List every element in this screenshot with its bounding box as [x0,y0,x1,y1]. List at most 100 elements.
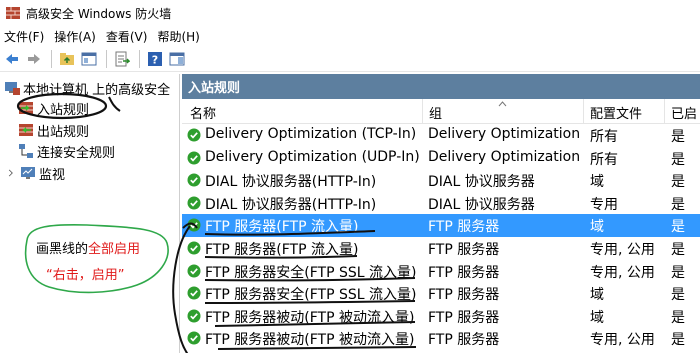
enabled-check-icon [187,241,201,255]
rule-group: FTP 服务器 [428,332,500,349]
column-divider[interactable] [583,99,584,124]
rules-panel: 入站规则 名称 组 配置文件 已启 Delivery Optimization … [182,74,700,353]
column-header-profile[interactable]: 配置文件 [590,103,642,122]
navigation-tree: 本地计算机 上的高级安全 入站规则 出站规则 连接安全规则 监视 [0,74,180,353]
svg-text:?: ? [152,53,158,66]
rule-enabled: 是 [671,332,685,349]
rule-row[interactable]: FTP 服务器(FTP 流入量) FTP 服务器 专用, 公用是 [182,237,700,260]
rule-group: FTP 服务器 [428,309,500,326]
column-divider[interactable] [664,99,665,124]
rule-name: FTP 服务器被动(FTP 被动流入量) [205,309,415,326]
rule-enabled: 是 [671,309,685,326]
rule-enabled: 是 [671,264,685,281]
tree-item-inbound-rules[interactable]: 入站规则 [18,98,89,118]
rule-enabled: 是 [671,129,685,145]
show-pane-button[interactable] [167,49,187,69]
enabled-check-icon [187,128,201,142]
enabled-check-icon [187,196,201,210]
help-button[interactable]: ? [145,49,165,69]
folder-up-icon [60,52,74,65]
rule-name: FTP 服务器安全(FTP SSL 流入量) [205,287,417,304]
enabled-check-icon [187,331,201,345]
tree-item-connection-security-rules[interactable]: 连接安全规则 [18,141,115,161]
enabled-check-icon [187,173,201,187]
panel-header: 入站规则 [182,74,700,99]
rule-row[interactable]: FTP 服务器被动(FTP 被动流入量) FTP 服务器 域 是 [182,305,700,328]
rules-list: Delivery Optimization (TCP-In) Delivery O… [182,124,700,350]
menu-view[interactable]: 查看(V) [102,28,152,45]
menu-help[interactable]: 帮助(H) [153,28,203,45]
back-arrow-icon [6,53,18,64]
rule-profile: 域 [590,174,604,191]
rule-name: DIAL 协议服务器(HTTP-In) [205,174,377,191]
enabled-check-icon [187,264,201,278]
rule-row[interactable]: FTP 服务器被动(FTP 被动流入量) FTP 服务器 专用, 公用是 [182,327,700,350]
tree-item-label: 监视 [39,167,66,183]
rule-enabled: 是 [671,174,685,191]
rule-enabled: 是 [671,196,685,213]
rule-name: Delivery Optimization (UDP-In) [205,148,420,165]
title-bar: 高级安全 Windows 防火墙 [0,0,700,26]
toolbar-separator [139,49,140,68]
tree-item-outbound-rules[interactable]: 出站规则 [18,120,89,140]
menu-file[interactable]: 文件(F) [0,28,48,45]
tree-root[interactable]: 本地计算机 上的高级安全 [4,78,170,98]
menu-bar: 文件(F) 操作(A) 查看(V) 帮助(H) [0,26,700,46]
column-header-group[interactable]: 组 [429,103,442,122]
column-divider[interactable] [422,99,423,124]
rule-name: FTP 服务器(FTP 流入量) [205,219,359,236]
tree-item-label: 入站规则 [37,102,90,118]
export-list-button[interactable] [112,49,132,69]
rule-profile: 所有 [590,129,618,145]
rule-enabled: 是 [671,241,685,258]
rule-name: FTP 服务器被动(FTP 被动流入量) [205,332,415,349]
rule-row[interactable]: DIAL 协议服务器(HTTP-In) DIAL 协议服务器 域 是 [182,169,700,192]
forward-arrow-icon [28,53,40,64]
tree-item-label: 连接安全规则 [37,145,116,161]
rule-name: FTP 服务器(FTP 流入量) [205,241,359,258]
rule-group: Delivery Optimization [428,126,581,142]
forward-button[interactable] [24,49,44,69]
rule-name: FTP 服务器安全(FTP SSL 流入量) [205,264,417,281]
column-headers: 名称 组 配置文件 已启 [182,99,700,124]
tree-item-label: 出站规则 [37,124,90,140]
rule-enabled: 是 [671,219,685,236]
menu-action[interactable]: 操作(A) [50,28,100,45]
rule-profile: 域 [590,219,604,236]
back-button[interactable] [2,49,22,69]
rule-group: FTP 服务器 [428,219,500,236]
rule-profile: 专用, 公用 [590,241,655,258]
rule-row[interactable]: Delivery Optimization (TCP-In) Delivery O… [182,124,700,147]
enabled-check-icon [187,151,201,165]
annotation-text: 画黑线的全部启用 [36,238,140,257]
up-folder-button[interactable] [57,49,77,69]
chevron-right-icon [8,169,13,177]
rule-profile: 专用 [590,196,618,213]
inbound-rules-icon [19,102,33,114]
console-tree-icon [81,52,97,65]
rule-profile: 专用, 公用 [590,264,655,281]
column-header-name[interactable]: 名称 [190,103,216,122]
monitor-icon [21,167,35,179]
rule-group: DIAL 协议服务器 [428,196,535,213]
firewall-app-icon [6,7,20,19]
console-tree-button[interactable] [79,49,99,69]
rule-group: FTP 服务器 [428,241,500,258]
enabled-check-icon [187,309,201,323]
rule-row[interactable]: FTP 服务器(FTP 流入量) FTP 服务器 域 是 [182,214,700,237]
annotation-text-black: 画黑线的 [36,242,89,257]
tree-item-monitoring[interactable]: 监视 [6,163,65,183]
toolbar-separator [106,49,107,68]
sort-ascending-icon [498,101,507,107]
rule-row[interactable]: Delivery Optimization (UDP-In) Delivery O… [182,147,700,170]
enabled-check-icon [187,286,201,300]
rule-row[interactable]: DIAL 协议服务器(HTTP-In) DIAL 协议服务器 专用 是 [182,192,700,215]
rule-group: Delivery Optimization [428,148,581,165]
rule-group: FTP 服务器 [428,264,500,281]
rule-row[interactable]: FTP 服务器安全(FTP SSL 流入量) FTP 服务器 域 是 [182,282,700,305]
column-header-enabled[interactable]: 已启 [671,103,697,122]
help-icon: ? [148,51,162,66]
enabled-check-icon [187,218,201,232]
rule-row[interactable]: FTP 服务器安全(FTP SSL 流入量) FTP 服务器 专用, 公用是 [182,260,700,283]
rule-group: DIAL 协议服务器 [428,174,535,191]
